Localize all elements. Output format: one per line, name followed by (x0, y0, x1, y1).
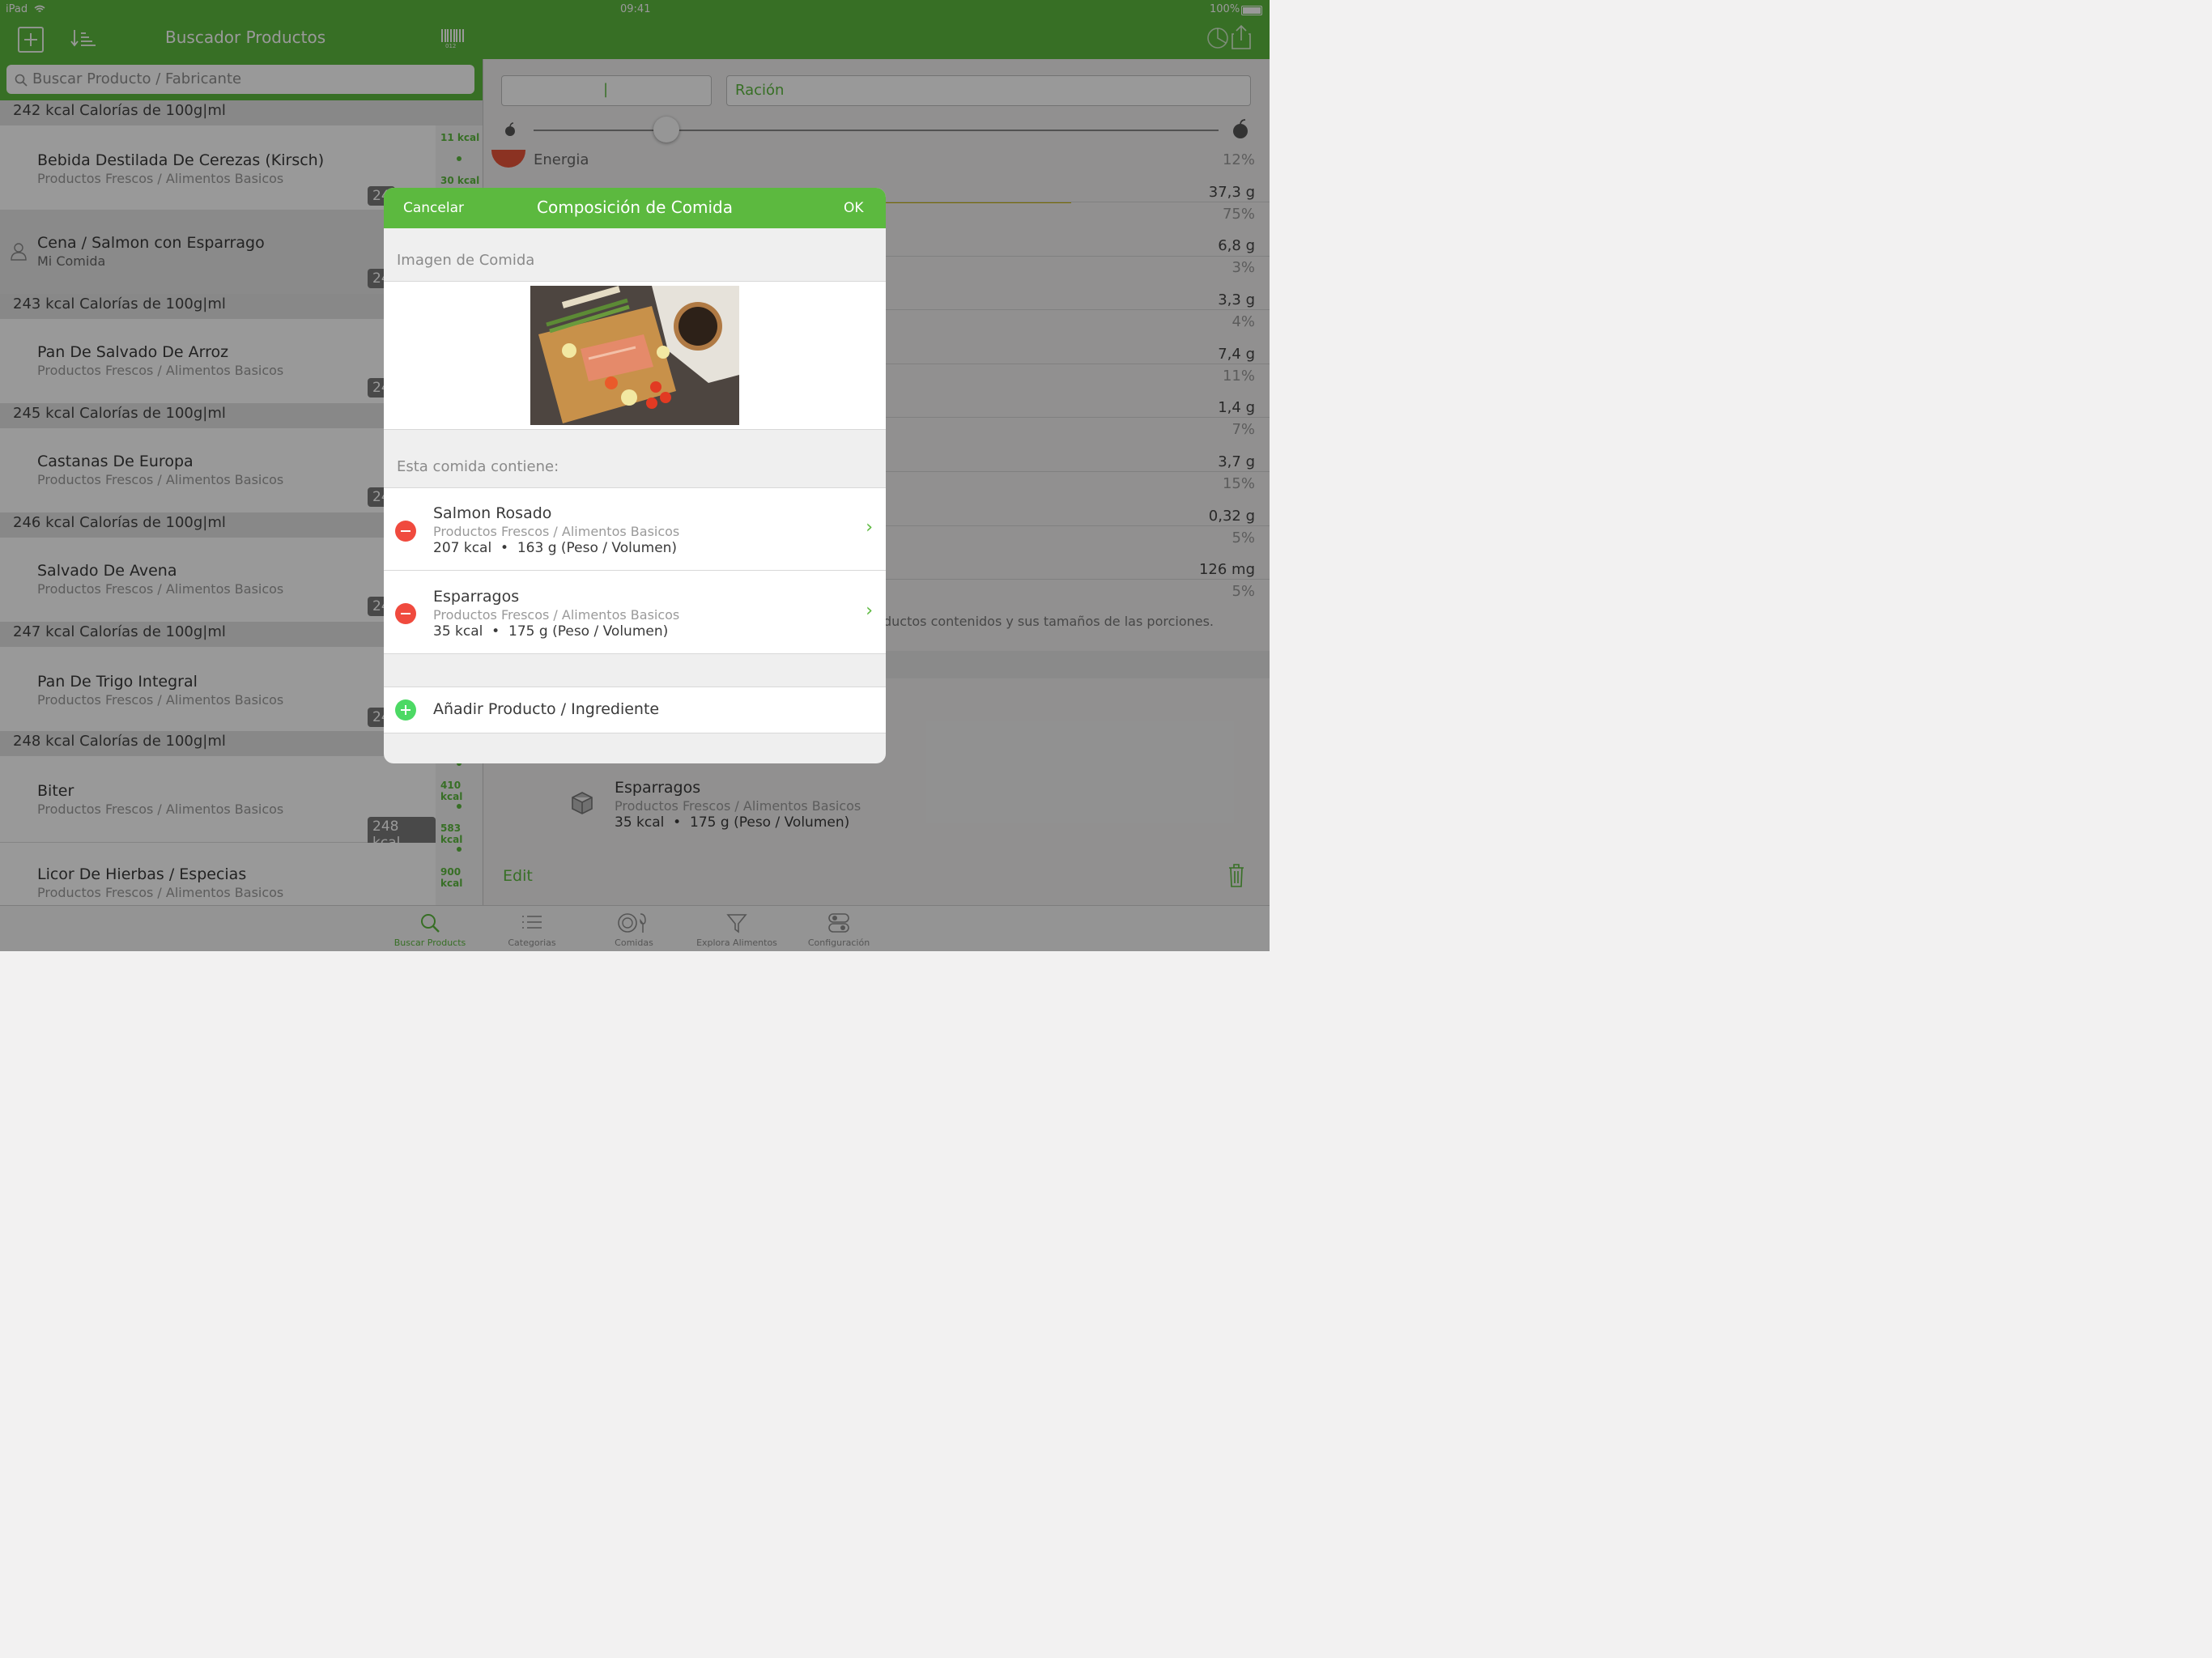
ok-button[interactable]: OK (844, 200, 864, 216)
dialog-header: Cancelar Composición de Comida OK (384, 188, 886, 228)
ingredient-title: Esparragos (433, 588, 520, 606)
ingredient-subtitle: Productos Frescos / Alimentos Basicos (433, 607, 680, 623)
chevron-right-icon: › (866, 517, 873, 538)
ingredient-amount: 35 kcal • 175 g (Peso / Volumen) (433, 623, 669, 640)
ingredient-subtitle: Productos Frescos / Alimentos Basicos (433, 524, 680, 539)
ingredient-row[interactable]: Esparragos Productos Frescos / Alimentos… (384, 570, 886, 654)
add-ingredient-row[interactable]: Añadir Producto / Ingrediente (384, 687, 886, 733)
chevron-right-icon: › (866, 601, 873, 621)
contains-section-label: Esta comida contiene: (397, 458, 559, 475)
meal-composition-dialog: Cancelar Composición de Comida OK Imagen… (384, 188, 886, 763)
ingredient-amount: 207 kcal • 163 g (Peso / Volumen) (433, 540, 678, 556)
remove-button[interactable] (395, 603, 416, 624)
ingredient-row[interactable]: Salmon Rosado Productos Frescos / Alimen… (384, 487, 886, 571)
meal-photo[interactable] (530, 286, 739, 425)
ingredient-title: Salmon Rosado (433, 504, 552, 522)
remove-button[interactable] (395, 521, 416, 542)
image-section-label: Imagen de Comida (397, 252, 535, 269)
add-icon (395, 699, 416, 721)
dialog-title: Composición de Comida (537, 198, 733, 217)
add-ingredient-button[interactable]: Añadir Producto / Ingrediente (433, 700, 659, 718)
meal-image-row[interactable] (384, 281, 886, 430)
